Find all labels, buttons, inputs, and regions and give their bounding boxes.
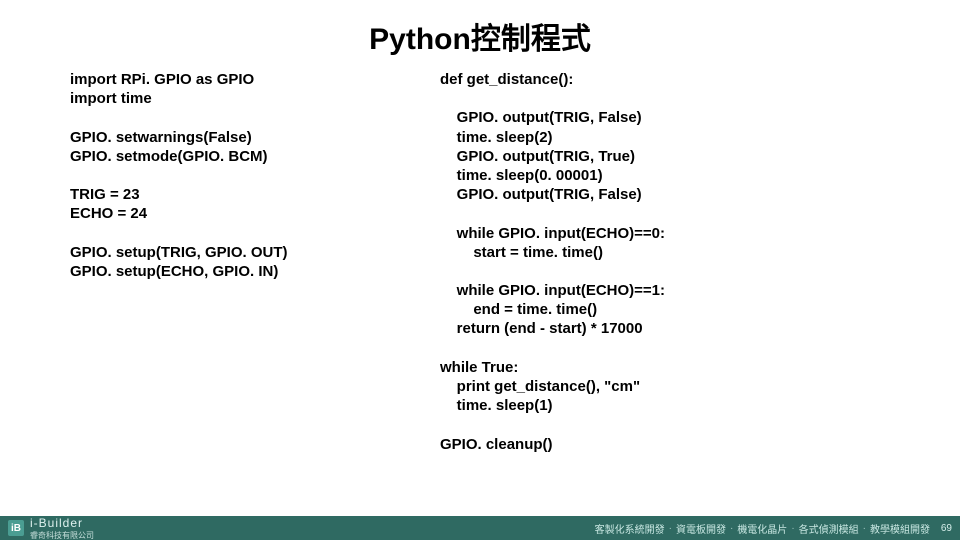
footer-tag: 客製化系統開發 — [595, 521, 665, 536]
brand: iB i-Builder 睿奇科技有限公司 — [8, 516, 94, 540]
brand-text: i-Builder 睿奇科技有限公司 — [30, 516, 94, 540]
code-right: def get_distance(): GPIO. output(TRIG, F… — [440, 70, 890, 454]
slide: Python控制程式 import RPi. GPIO as GPIO impo… — [0, 0, 960, 540]
separator-icon: · — [730, 523, 733, 534]
code-left: import RPi. GPIO as GPIO import time GPI… — [70, 70, 380, 454]
footer-tag: 機電化晶片 — [737, 521, 787, 536]
slide-title: Python控制程式 — [0, 0, 960, 58]
footer-tag: 各式偵測模組 — [799, 521, 859, 536]
footer: iB i-Builder 睿奇科技有限公司 客製化系統開發 · 資電板開發 · 機電… — [0, 516, 960, 540]
content-row: import RPi. GPIO as GPIO import time GPI… — [0, 58, 960, 454]
page-number: 69 — [934, 523, 952, 534]
separator-icon: · — [863, 523, 866, 534]
separator-icon: · — [791, 523, 794, 534]
separator-icon: · — [669, 523, 672, 534]
brand-logo-icon: iB — [8, 520, 24, 536]
brand-sub: 睿奇科技有限公司 — [30, 530, 94, 540]
footer-tags: 客製化系統開發 · 資電板開發 · 機電化晶片 · 各式偵測模組 · 教學模組開發 69 — [595, 521, 952, 536]
footer-tag: 資電板開發 — [676, 521, 726, 536]
footer-tag: 教學模組開發 — [870, 521, 930, 536]
brand-main: i-Builder — [30, 516, 94, 530]
